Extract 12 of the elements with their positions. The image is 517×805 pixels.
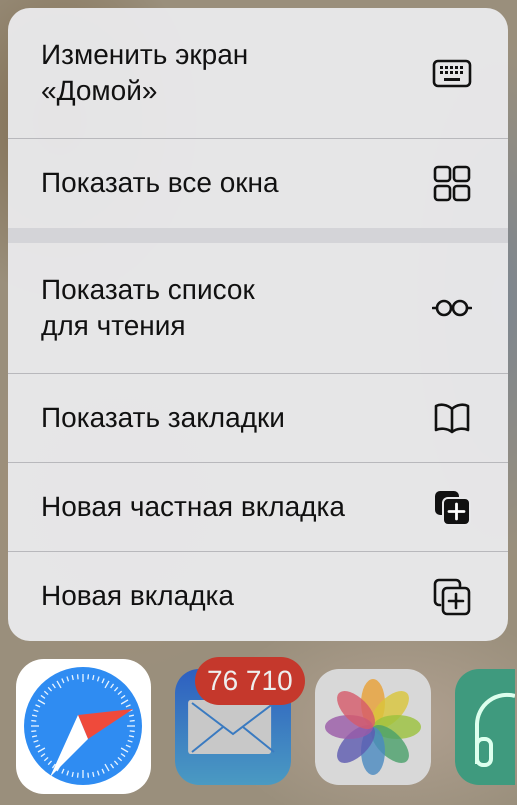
menu-item[interactable]: Новая частная вкладка	[8, 463, 508, 552]
menu-item[interactable]: Изменить экран «Домой»	[8, 8, 508, 139]
menu-item[interactable]: Показать все окна	[8, 139, 508, 228]
menu-item[interactable]: Новая вкладка	[8, 552, 508, 641]
menu-item[interactable]: Показать список для чтения	[8, 243, 508, 374]
menu-item[interactable]: Показать закладки	[8, 374, 508, 463]
tab-add-icon	[432, 576, 472, 616]
flower-icon[interactable]	[315, 668, 431, 784]
grid-icon	[432, 164, 472, 204]
compass-icon[interactable]	[16, 659, 151, 794]
app-icon[interactable]	[455, 668, 515, 784]
notification-count: 76 710	[195, 656, 305, 704]
